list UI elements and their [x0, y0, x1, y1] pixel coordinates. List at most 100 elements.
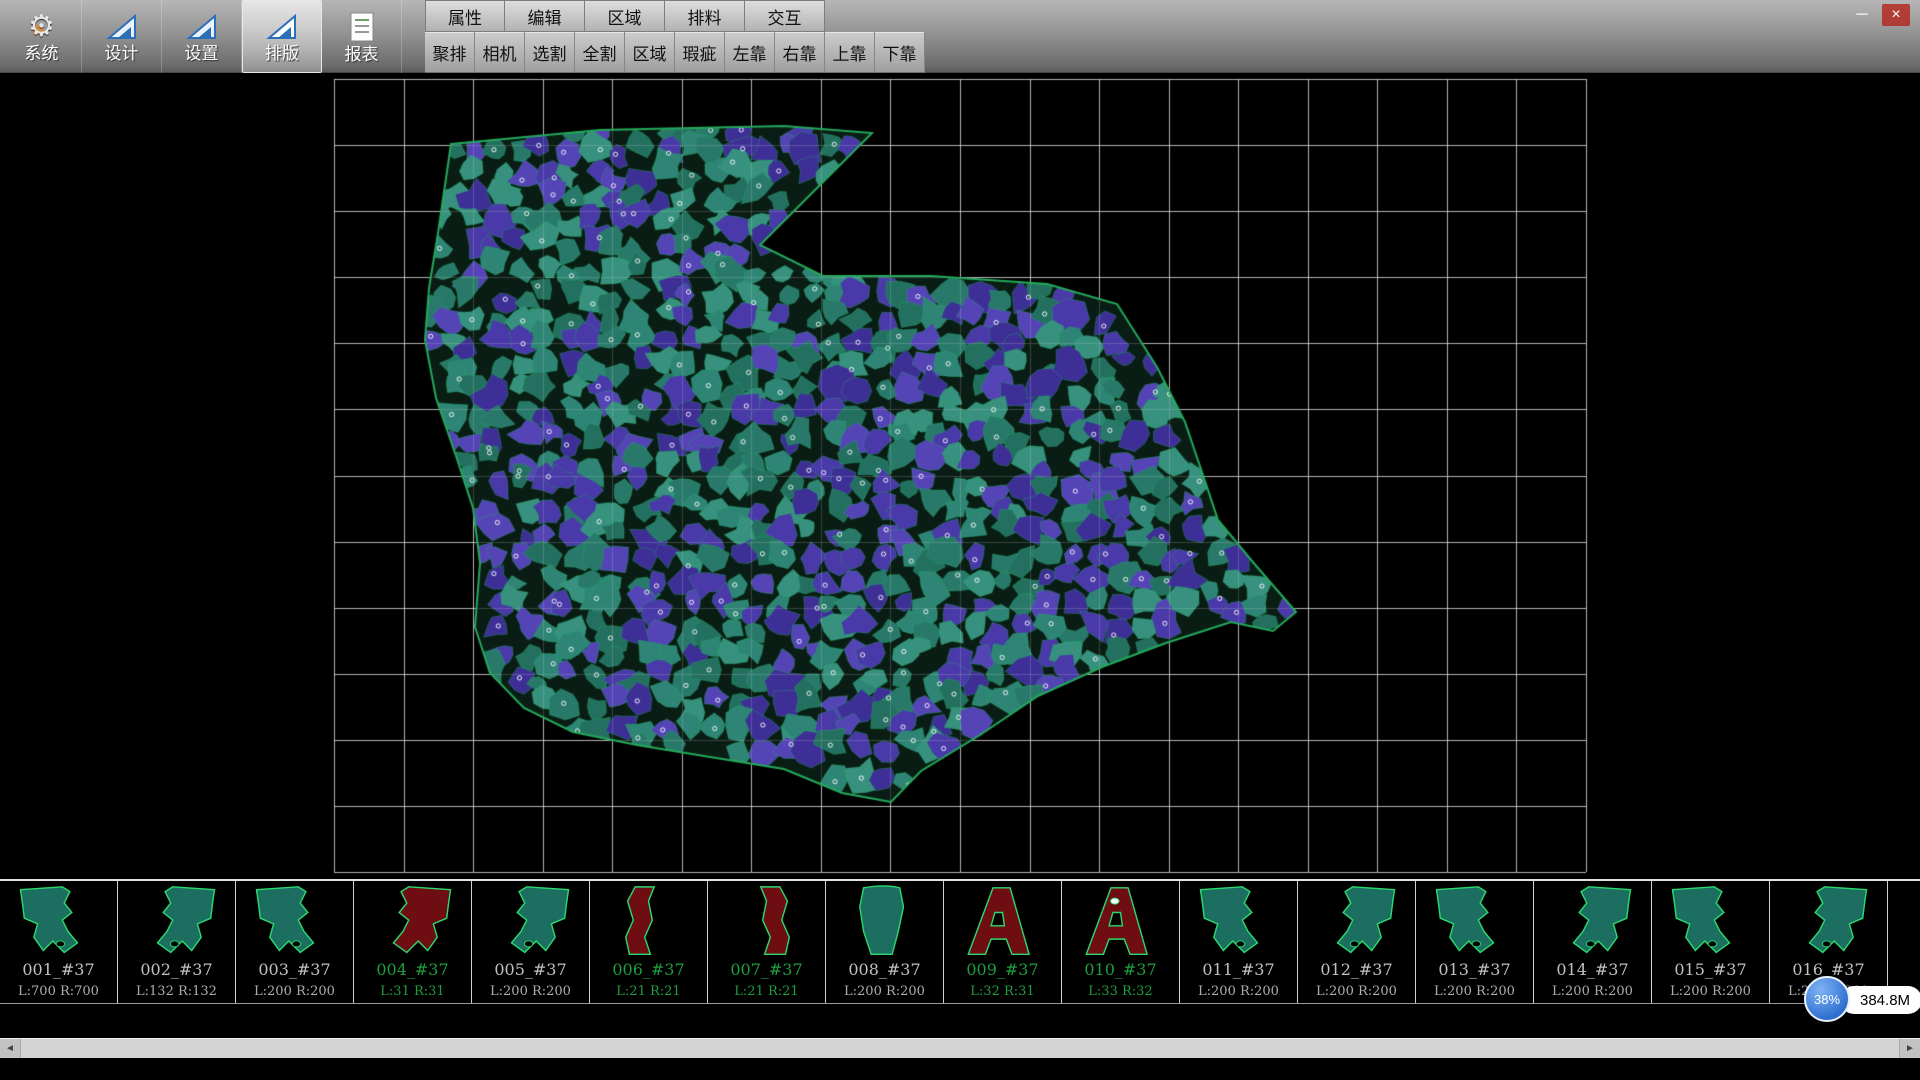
piece-id: 003_#37 [236, 960, 353, 979]
piece-thumbnail [472, 884, 589, 960]
piece-thumbnail [944, 884, 1061, 960]
piece-id: 001_#37 [0, 960, 117, 979]
piece-cell-015[interactable]: 015_#37 L:200 R:200 [1652, 881, 1770, 1003]
toolbar-design-label: 设计 [105, 45, 139, 62]
piece-thumbnail [826, 884, 943, 960]
piece-cell-014[interactable]: 014_#37 L:200 R:200 [1534, 881, 1652, 1003]
piece-id: 010_#37 [1062, 960, 1179, 979]
toolbar-settings-button[interactable]: 设置 [162, 0, 242, 73]
piece-counts: L:200 R:200 [1180, 984, 1297, 999]
piece-id: 002_#37 [118, 960, 235, 979]
piece-counts: L:32 R:31 [944, 984, 1061, 999]
report-icon [347, 11, 377, 43]
piece-id: 011_#37 [1180, 960, 1297, 979]
close-button[interactable]: × [1882, 4, 1910, 26]
piece-counts: L:200 R:200 [1652, 984, 1769, 999]
piece-thumbnail [1180, 884, 1297, 960]
piece-thumbnail [1062, 884, 1179, 960]
piece-cell-005[interactable]: 005_#37 L:200 R:200 [472, 881, 590, 1003]
app-toolbar: ⚙ 系统 设计 设置 排版 [2, 0, 402, 73]
scroll-right-icon[interactable]: ► [1900, 1039, 1920, 1058]
piece-id: 004_#37 [354, 960, 471, 979]
piece-cell-004[interactable]: 004_#37 L:31 R:31 [354, 881, 472, 1003]
button-align-right[interactable]: 右靠 [775, 32, 825, 73]
toolbar-report-label: 报表 [345, 46, 379, 63]
piece-counts: L:132 R:132 [118, 984, 235, 999]
button-align-top[interactable]: 上靠 [825, 32, 875, 73]
piece-thumbnail [118, 884, 235, 960]
piece-counts: L:21 R:21 [590, 984, 707, 999]
piece-thumbnail [1298, 884, 1415, 960]
scrollbar-thumb[interactable] [20, 1039, 1900, 1058]
piece-cell-008[interactable]: 008_#37 L:200 R:200 [826, 881, 944, 1003]
piece-counts: L:21 R:21 [708, 984, 825, 999]
progress-value: 38% [1814, 992, 1840, 1007]
button-camera[interactable]: 相机 [475, 32, 525, 73]
button-cluster-nest[interactable]: 聚排 [425, 32, 475, 73]
tab-nesting[interactable]: 排料 [665, 0, 745, 32]
minimize-button[interactable]: ─ [1848, 4, 1876, 26]
menu-tabs: 属性 编辑 区域 排料 交互 [425, 0, 925, 32]
button-select-cut[interactable]: 选割 [525, 32, 575, 73]
piece-cell-003[interactable]: 003_#37 L:200 R:200 [236, 881, 354, 1003]
scroll-left-icon[interactable]: ◄ [0, 1039, 20, 1058]
piece-id: 008_#37 [826, 960, 943, 979]
piece-id: 013_#37 [1416, 960, 1533, 979]
piece-counts: L:200 R:200 [1298, 984, 1415, 999]
piece-thumbnail [708, 884, 825, 960]
tab-region[interactable]: 区域 [585, 0, 665, 32]
button-align-left[interactable]: 左靠 [725, 32, 775, 73]
piece-thumbnail [1534, 884, 1651, 960]
toolbar-nesting-button[interactable]: 排版 [242, 0, 322, 73]
piece-counts: L:200 R:200 [826, 984, 943, 999]
piece-cell-011[interactable]: 011_#37 L:200 R:200 [1180, 881, 1298, 1003]
piece-cell-013[interactable]: 013_#37 L:200 R:200 [1416, 881, 1534, 1003]
piece-cell-006[interactable]: 006_#37 L:21 R:21 [590, 881, 708, 1003]
piece-thumbnail [1652, 884, 1769, 960]
piece-cell-002[interactable]: 002_#37 L:132 R:132 [118, 881, 236, 1003]
piece-id: 005_#37 [472, 960, 589, 979]
toolbar-nesting-label: 排版 [265, 45, 299, 62]
piece-counts: L:200 R:200 [472, 984, 589, 999]
piece-cell-012[interactable]: 012_#37 L:200 R:200 [1298, 881, 1416, 1003]
memory-value: 384.8M [1860, 992, 1910, 1009]
toolbar-system-button[interactable]: ⚙ 系统 [2, 0, 82, 73]
toolbar-report-button[interactable]: 报表 [322, 0, 402, 73]
piece-cell-009[interactable]: 009_#37 L:32 R:31 [944, 881, 1062, 1003]
piece-thumbnail [590, 884, 707, 960]
piece-id: 009_#37 [944, 960, 1061, 979]
tab-properties[interactable]: 属性 [425, 0, 505, 32]
design-icon [105, 12, 139, 42]
titlebar: ⚙ 系统 设计 设置 排版 [0, 0, 1920, 73]
toolbar-system-label: 系统 [25, 45, 59, 62]
piece-counts: L:200 R:200 [1534, 984, 1651, 999]
button-cut-all[interactable]: 全割 [575, 32, 625, 73]
tab-interactive[interactable]: 交互 [745, 0, 825, 32]
piece-counts: L:200 R:200 [1416, 984, 1533, 999]
button-defect[interactable]: 瑕疵 [675, 32, 725, 73]
piece-cell-001[interactable]: 001_#37 L:700 R:700 [0, 881, 118, 1003]
piece-thumbnail [1416, 884, 1533, 960]
piece-cell-010[interactable]: 010_#37 L:33 R:32 [1062, 881, 1180, 1003]
piece-thumbnail [1770, 884, 1887, 960]
piece-counts: L:33 R:32 [1062, 984, 1179, 999]
memory-pill: 384.8M [1840, 986, 1920, 1014]
toolbar-design-button[interactable]: 设计 [82, 0, 162, 73]
gear-icon: ⚙ [28, 12, 55, 42]
settings-icon [185, 12, 219, 42]
piece-counts: L:200 R:200 [236, 984, 353, 999]
nesting-icon [265, 12, 299, 42]
button-area[interactable]: 区域 [625, 32, 675, 73]
progress-badge[interactable]: 38% [1804, 976, 1850, 1022]
horizontal-scrollbar[interactable]: ◄ ► [0, 1038, 1920, 1058]
toolbar-settings-label: 设置 [185, 45, 219, 62]
piece-thumbnail [0, 884, 117, 960]
piece-id: 012_#37 [1298, 960, 1415, 979]
piece-cell-007[interactable]: 007_#37 L:21 R:21 [708, 881, 826, 1003]
piece-id: 015_#37 [1652, 960, 1769, 979]
piece-counts: L:700 R:700 [0, 984, 117, 999]
nest-canvas[interactable] [0, 73, 1920, 879]
button-align-bottom[interactable]: 下靠 [875, 32, 925, 73]
menu-block: 属性 编辑 区域 排料 交互 聚排 相机 选割 全割 区域 瑕疵 左靠 右靠 上… [425, 0, 925, 73]
tab-edit[interactable]: 编辑 [505, 0, 585, 32]
